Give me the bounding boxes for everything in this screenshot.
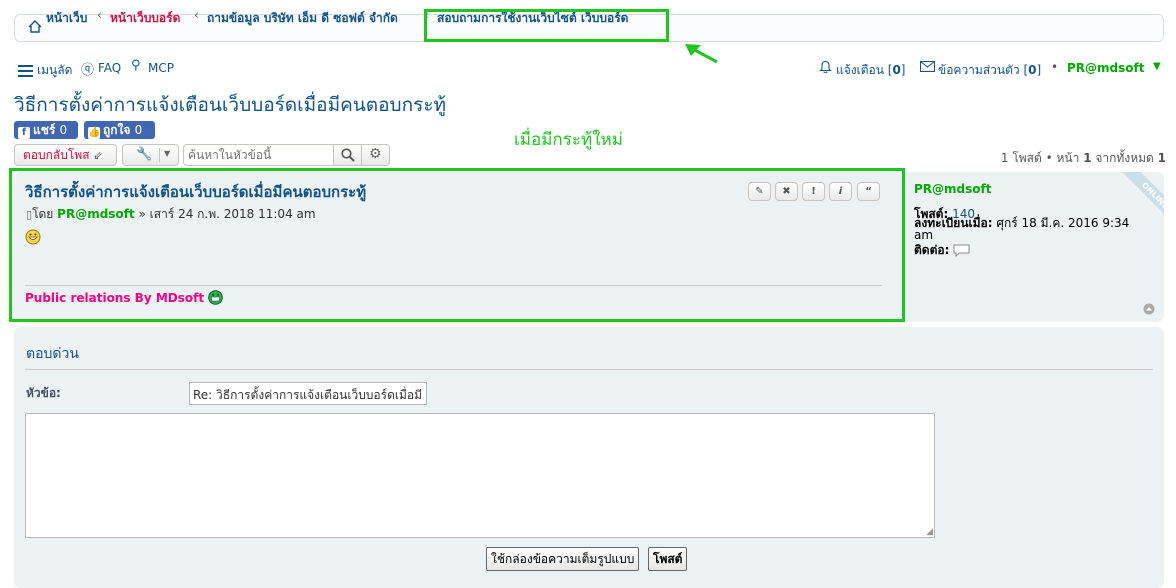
- notifications-count: 0: [892, 63, 901, 77]
- search-button[interactable]: [333, 144, 362, 166]
- search-topic-input[interactable]: [183, 144, 334, 166]
- joined-value-cont: am: [914, 228, 934, 242]
- profile-contact: ติดต่อ:: [914, 241, 970, 260]
- share-count: 0: [59, 123, 68, 137]
- highlight-box: [9, 168, 905, 322]
- pm-label: ข้อความส่วนตัว: [938, 63, 1020, 77]
- highlight-box: [424, 9, 669, 42]
- breadcrumb-board-index[interactable]: หน้าเว็บบอร์ด: [110, 9, 180, 28]
- nav-username[interactable]: PR@mdsoft: [1067, 61, 1144, 75]
- bullet-separator: •: [1051, 60, 1059, 74]
- gear-icon: ⚙: [369, 146, 382, 162]
- contact-label: ติดต่อ:: [914, 243, 950, 257]
- facebook-like-button[interactable]: 👍 ถูกใจ 0: [84, 121, 155, 139]
- reply-arrow-icon: ⇙: [93, 149, 103, 162]
- subject-input[interactable]: Re: วิธีการตั้งค่าการแจ้งเตือนเว็บบอร์ดเ…: [189, 382, 427, 405]
- like-label: ถูกใจ: [103, 123, 131, 137]
- resize-handle-icon[interactable]: ◢: [926, 527, 933, 537]
- topic-title[interactable]: วิธีการตั้งค่าการแจ้งเตือนเว็บบอร์ดเมื่อ…: [14, 90, 446, 120]
- bell-icon: [819, 59, 832, 76]
- message-textarea[interactable]: ◢: [25, 413, 935, 538]
- nav-mcp[interactable]: MCP: [148, 61, 174, 75]
- current-page: 1: [1083, 151, 1092, 165]
- nav-private-messages[interactable]: ข้อความส่วนตัว [0]: [938, 61, 1041, 80]
- arrow-icon: [683, 42, 721, 69]
- advanced-search-button[interactable]: ⚙: [361, 144, 390, 166]
- profile-joined: ลงทะเบียนเมื่อ: ศุกร์ 18 มี.ค. 2016 9:34…: [914, 217, 1164, 241]
- nav-notifications[interactable]: แจ้งเตือน [0]: [836, 61, 905, 80]
- search-icon: [341, 148, 355, 162]
- quick-reply-title: ตอบด่วน: [26, 346, 79, 362]
- reply-label: ตอบกลับโพส: [23, 148, 90, 162]
- annotation-text: เมื่อมีกระทู้ใหม่: [514, 130, 623, 150]
- facebook-icon: f: [18, 127, 30, 139]
- caret-down-icon: ▼: [164, 149, 171, 158]
- dropdown-divider: [159, 148, 160, 162]
- of-label: จากทั้งหมด: [1095, 151, 1154, 165]
- nav-quick-links[interactable]: เมนูลัด: [37, 61, 72, 80]
- nav-faq[interactable]: FAQ: [98, 61, 121, 75]
- wrench-icon: ⚲: [131, 58, 141, 73]
- envelope-icon: [920, 61, 935, 75]
- joined-value: ศุกร์ 18 มี.ค. 2016 9:34: [996, 216, 1130, 230]
- menu-icon[interactable]: [18, 64, 33, 80]
- breadcrumb-forum[interactable]: ถามข้อมูล บริษัท เอ็ม ดี ซอฟต์ จำกัด: [207, 9, 398, 28]
- back-to-top-icon[interactable]: [1143, 303, 1155, 318]
- facebook-share-button[interactable]: f แชร์ 0: [14, 121, 78, 139]
- full-editor-button[interactable]: ใช้กล่องข้อความเต็มรูปแบบ: [486, 547, 640, 571]
- like-count: 0: [134, 123, 143, 137]
- quick-reply-divider: [25, 369, 1153, 370]
- post-reply-button[interactable]: ตอบกลับโพส ⇙: [14, 144, 117, 166]
- caret-down-icon[interactable]: ▼: [1153, 61, 1161, 72]
- pagination: 1 โพสต์ • หน้า 1 จากทั้งหมด 1: [1000, 151, 1166, 165]
- profile-username[interactable]: PR@mdsoft: [914, 182, 991, 196]
- submit-post-button[interactable]: โพสต์: [648, 547, 688, 571]
- chevron-left-icon: ‹: [194, 8, 199, 22]
- breadcrumb-home[interactable]: หน้าเว็บ: [46, 9, 87, 28]
- total-pages: 1: [1157, 151, 1166, 165]
- page-label: หน้า: [1056, 151, 1080, 165]
- share-label: แชร์: [33, 123, 56, 137]
- chevron-left-icon: ‹: [97, 8, 102, 22]
- topic-tools-button[interactable]: 🔧 ▼: [122, 144, 179, 166]
- home-icon[interactable]: [28, 20, 42, 36]
- pm-count: 0: [1028, 63, 1037, 77]
- question-icon: ⓠ: [81, 63, 95, 78]
- thumbs-up-icon: 👍: [88, 127, 101, 139]
- wrench-icon: 🔧: [136, 147, 153, 162]
- posts-label: โพสต์: [1012, 151, 1042, 165]
- notifications-label: แจ้งเตือน: [836, 63, 884, 77]
- subject-label: หัวข้อ:: [26, 386, 61, 400]
- speech-bubble-icon[interactable]: [953, 244, 970, 258]
- posts-count: 1: [1000, 151, 1009, 165]
